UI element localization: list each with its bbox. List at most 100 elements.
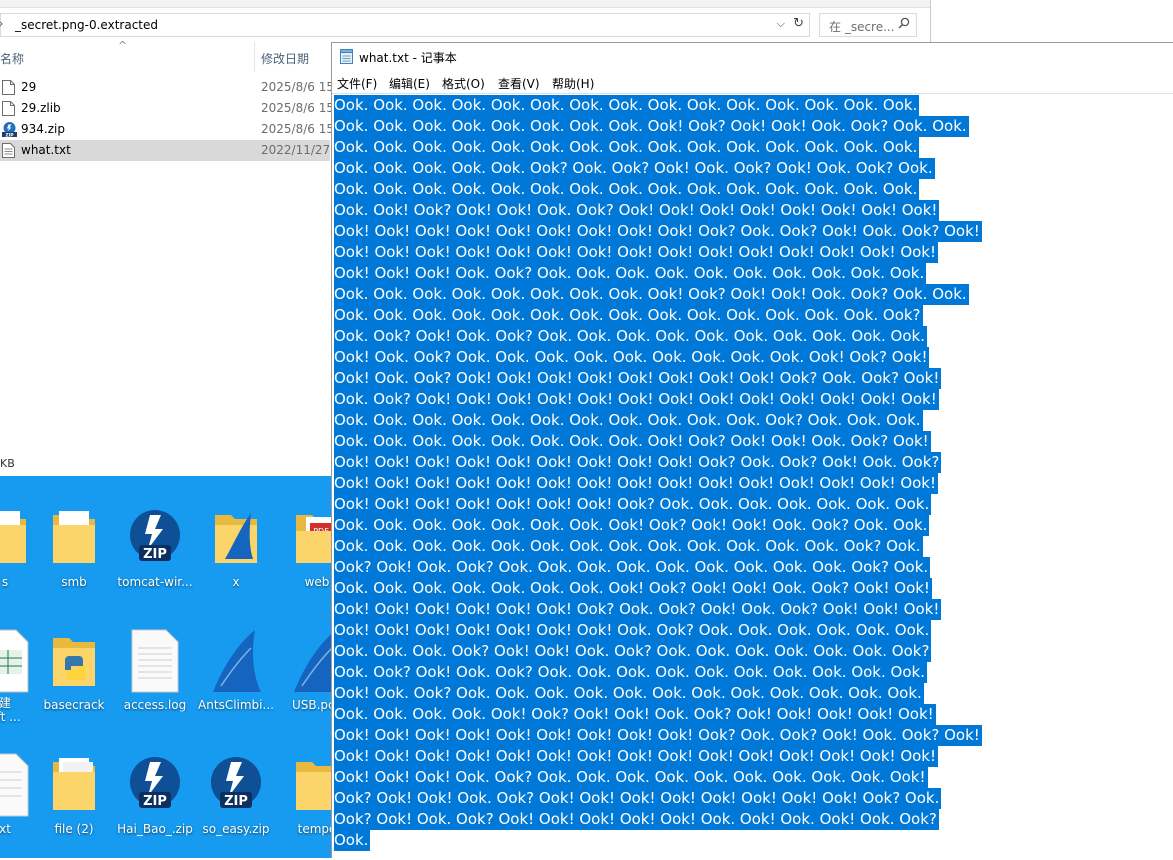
text-line: Ook. Ook. Ook. Ook. Ook. Ook. Ook. Ook. … <box>334 137 920 158</box>
text-line: Ook! Ook! Ook! Ook! Ook! Ook! Ook! Ook! … <box>334 725 982 746</box>
folder-icon <box>296 762 331 810</box>
notepad-window: what.txt - 记事本 文件(F) 编辑(E) 格式(O) 查看(V) 帮… <box>331 42 1173 860</box>
ribbon-strip <box>0 0 930 8</box>
search-icon[interactable] <box>898 17 910 29</box>
folder-icon <box>53 511 95 563</box>
notepad-titlebar[interactable]: what.txt - 记事本 <box>332 43 1173 71</box>
text-line: Ook. Ook! Ook? Ook! Ook! Ook. Ook? Ook! … <box>334 200 940 221</box>
breadcrumb-chevron-icon[interactable]: › <box>0 17 3 30</box>
file-name: 29.zlib <box>21 101 61 115</box>
text-line: Ook? Ook! Ook! Ook. Ook? Ook! Ook! Ook! … <box>334 788 942 809</box>
file-row[interactable]: ZIP 934.zip 2025/8/6 15 <box>0 119 334 140</box>
text-line: Ook. Ook. Ook. Ook. Ook! Ook? Ook! Ook! … <box>334 704 936 725</box>
bandizip-archive-icon: ZIP <box>211 757 261 809</box>
text-line: Ook! Ook! Ook! Ook. Ook? Ook. Ook. Ook. … <box>334 767 928 788</box>
file-date: 2025/8/6 15 <box>261 80 334 94</box>
desktop-icon[interactable]: ZIP tomcat-wir... <box>112 505 198 605</box>
file-icon <box>2 80 15 95</box>
menu-edit[interactable]: 编辑(E) <box>389 75 430 92</box>
svg-text:ZIP: ZIP <box>5 132 14 137</box>
zip-archive-icon: ZIP <box>2 122 17 137</box>
text-line: Ook. Ook. Ook. Ook. Ook. Ook. Ook. Ook! … <box>334 515 930 536</box>
file-name: what.txt <box>21 143 71 157</box>
text-line: Ook. Ook. Ook. Ook. Ook. Ook. Ook. Ook. … <box>334 410 923 431</box>
desktop-icon-label: smb <box>61 575 87 589</box>
desktop-icon[interactable]: file (2) <box>31 752 117 852</box>
bandizip-archive-icon: ZIP <box>130 510 180 562</box>
text-editor-area[interactable]: Ook. Ook. Ook. Ook. Ook. Ook. Ook. Ook. … <box>332 93 1173 860</box>
menu-bar: 文件(F) 编辑(E) 格式(O) 查看(V) 帮助(H) <box>332 72 1173 92</box>
text-file-icon <box>131 629 179 693</box>
text-line: Ook. Ook. Ook. Ook. Ook. Ook? Ook. Ook? … <box>334 158 935 179</box>
file-row-selected[interactable]: what.txt 2022/11/27 <box>0 140 330 161</box>
search-placeholder: 在 _secre... <box>829 20 895 34</box>
wireshark-folder-icon <box>215 513 257 563</box>
text-line: Ook! Ook! Ook! Ook! Ook! Ook! Ook! Ook! … <box>334 746 939 767</box>
file-icon <box>2 101 15 116</box>
search-input[interactable]: 在 _secre... <box>819 13 917 37</box>
column-header-name[interactable]: 名称 <box>0 50 24 67</box>
text-line: Ook. Ook? Ook! Ook. Ook? Ook. Ook. Ook. … <box>334 662 927 683</box>
file-date: 2025/8/6 15 <box>261 122 334 136</box>
text-line: Ook! Ook! Ook! Ook! Ook! Ook! Ook! Ook! … <box>334 473 939 494</box>
text-line: Ook. <box>334 830 371 851</box>
desktop-icon-label: web <box>304 575 330 589</box>
text-line: Ook. Ook. Ook. Ook. Ook. Ook. Ook. Ook. … <box>334 536 923 557</box>
desktop-icon[interactable]: PDF web <box>274 505 331 605</box>
column-header-date[interactable]: 修改日期 <box>261 50 309 67</box>
bandizip-archive-icon: ZIP <box>130 757 180 809</box>
text-line: Ook! Ook! Ook! Ook! Ook! Ook! Ook! Ook! … <box>334 242 939 263</box>
desktop-icon[interactable]: tempo <box>274 752 331 852</box>
menu-format[interactable]: 格式(O) <box>442 75 485 92</box>
address-bar[interactable]: › _secret.png-0.extracted ⌵ ↻ <box>0 13 810 37</box>
text-file-icon <box>2 143 15 158</box>
desktop-icon-label: AntsClimbi... <box>198 698 274 712</box>
file-date: 2025/8/6 15 <box>261 101 334 115</box>
menu-file[interactable]: 文件(F) <box>337 75 377 92</box>
text-line: Ook! Ook! Ook! Ook! Ook! Ook! Ook! Ook! … <box>334 452 942 473</box>
text-line: Ook. Ook? Ook! Ook! Ook! Ook! Ook! Ook! … <box>334 389 939 410</box>
desktop-icon[interactable]: x <box>193 505 279 605</box>
menu-view[interactable]: 查看(V) <box>498 75 540 92</box>
desktop-icon[interactable]: access.log <box>112 628 198 728</box>
desktop-icon[interactable]: AntsClimbi... <box>193 628 279 728</box>
desktop-icon[interactable]: USB.pca <box>274 628 331 728</box>
text-line: Ook. Ook. Ook. Ook? Ook! Ook! Ook. Ook? … <box>334 641 932 662</box>
address-path[interactable]: _secret.png-0.extracted <box>15 18 158 32</box>
python-folder-icon <box>53 638 95 686</box>
desktop-icon-label: basecrack <box>43 698 105 712</box>
desktop-icon-label: USB.pca <box>291 698 331 712</box>
desktop-icon[interactable]: ZIP Hai_Bao_.zip <box>112 752 198 852</box>
wireshark-shark-icon <box>213 630 261 692</box>
desktop-icon-label: Hai_Bao_.zip <box>117 822 193 836</box>
chevron-down-icon[interactable]: ⌵ <box>777 17 785 31</box>
text-line: Ook. Ook. Ook. Ook. Ook. Ook. Ook. Ook. … <box>334 305 923 326</box>
file-date: 2022/11/27 <box>261 143 331 157</box>
text-line: Ook! Ook! Ook! Ook! Ook! Ook! Ook? Ook. … <box>334 599 942 620</box>
text-line: Ook. Ook. Ook. Ook. Ook. Ook. Ook. Ook. … <box>334 95 920 116</box>
text-line: Ook! Ook. Ook? Ook. Ook. Ook. Ook. Ook. … <box>334 347 930 368</box>
text-line: Ook? Ook! Ook. Ook? Ook. Ook. Ook. Ook. … <box>334 557 931 578</box>
column-divider[interactable] <box>254 42 255 72</box>
wireshark-shark-icon <box>294 634 331 692</box>
desktop-icon-label: x <box>232 575 240 589</box>
desktop-icon[interactable]: basecrack <box>31 628 117 728</box>
pdf-folder-icon: PDF <box>296 515 331 563</box>
refresh-icon[interactable]: ↻ <box>793 16 804 31</box>
text-line: Ook. Ook. Ook. Ook. Ook. Ook. Ook. Ook! … <box>334 578 932 599</box>
desktop-icon[interactable]: smb <box>31 505 117 605</box>
text-line: Ook! Ook! Ook! Ook! Ook! Ook! Ook! Ook? … <box>334 494 932 515</box>
desktop-icon-label: access.log <box>123 698 187 712</box>
column-header-row: ^ 名称 修改日期 <box>0 39 330 72</box>
notepad-icon <box>340 49 353 64</box>
file-row[interactable]: 29 2025/8/6 15 <box>0 77 334 98</box>
text-line: Ook! Ook. Ook? Ook. Ook. Ook. Ook. Ook. … <box>334 683 924 704</box>
text-line: Ook! Ook! Ook! Ook! Ook! Ook! Ook! Ook. … <box>334 620 932 641</box>
file-row[interactable]: 29.zlib 2025/8/6 15 <box>0 98 334 119</box>
menu-help[interactable]: 帮助(H) <box>552 75 594 92</box>
status-bar-size: KB <box>0 457 15 470</box>
desktop-icon[interactable]: ZIP so_easy.zip <box>193 752 279 852</box>
text-line: Ook. Ook. Ook. Ook. Ook. Ook. Ook. Ook. … <box>334 284 969 305</box>
folder-icon <box>0 511 26 563</box>
text-line: Ook. Ook. Ook. Ook. Ook. Ook. Ook. Ook. … <box>334 431 931 452</box>
